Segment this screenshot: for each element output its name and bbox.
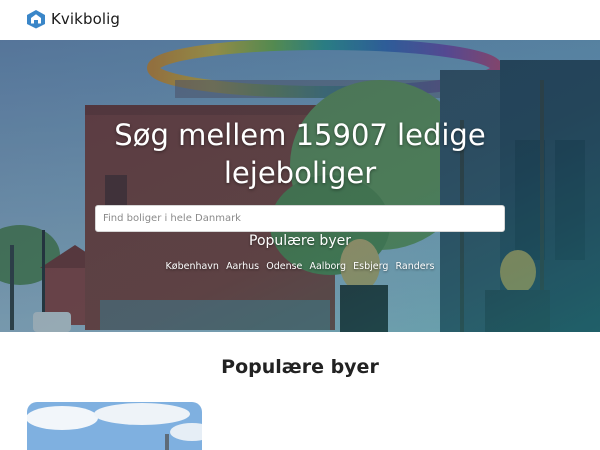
hero-section: Søg mellem 15907 ledige lejeboliger Popu… <box>0 40 600 332</box>
hero-title: Søg mellem 15907 ledige lejeboliger <box>0 116 600 192</box>
city-link-kobenhavn[interactable]: København <box>166 261 219 273</box>
city-link-aarhus[interactable]: Aarhus <box>226 261 259 273</box>
section-title-popular-cities: Populære byer <box>221 356 379 378</box>
city-link-odense[interactable]: Odense <box>266 261 302 273</box>
brand-name: Kvikbolig <box>51 10 121 28</box>
popular-cities-links: København Aarhus Odense Aalborg Esbjerg … <box>0 254 600 273</box>
search-input[interactable] <box>95 205 505 232</box>
city-link-esbjerg[interactable]: Esbjerg <box>353 261 388 273</box>
site-header: Kvikbolig <box>0 0 600 40</box>
city-link-aalborg[interactable]: Aalborg <box>309 261 346 273</box>
popular-cities-heading: Populære byer <box>249 233 351 249</box>
hero-title-line-1: Søg mellem 15907 ledige <box>114 118 486 152</box>
city-link-randers[interactable]: Randers <box>396 261 435 273</box>
hero-title-line-2: lejeboliger <box>223 156 377 190</box>
city-card[interactable] <box>27 402 202 450</box>
house-icon <box>27 10 45 29</box>
city-card-image <box>27 402 202 450</box>
brand-logo-link[interactable]: Kvikbolig <box>26 7 120 31</box>
